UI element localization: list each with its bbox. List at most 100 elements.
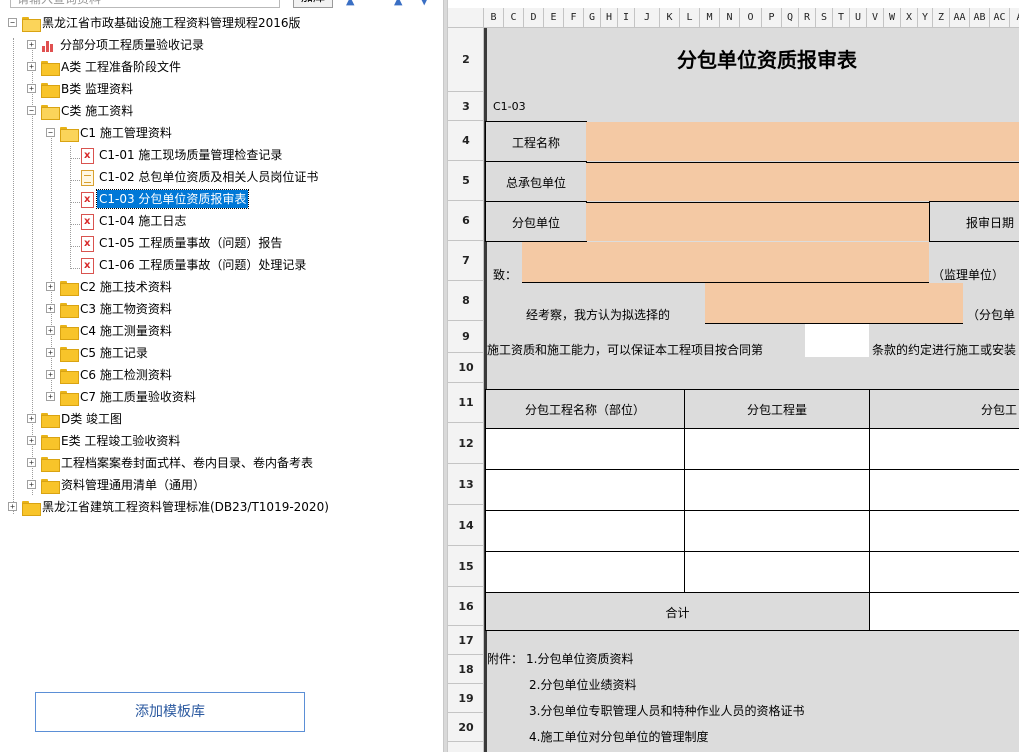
table-cell[interactable] <box>684 428 870 470</box>
column-header[interactable]: X <box>901 8 918 28</box>
collapse-toggle[interactable]: − <box>8 18 17 27</box>
column-header[interactable]: AA <box>950 8 970 28</box>
row-header[interactable]: 19 <box>448 684 484 713</box>
column-header[interactable]: H <box>601 8 618 28</box>
subcontract-unit-field[interactable] <box>705 283 963 323</box>
row-header[interactable]: 11 <box>448 383 484 423</box>
tree-node-c[interactable]: − C类 施工资料 <box>0 100 440 122</box>
tree-node-records[interactable]: + 分部分项工程质量验收记录 <box>0 34 440 56</box>
tree-node-archive[interactable]: + 工程档案案卷封面式样、卷内目录、卷内备考表 <box>0 452 440 474</box>
column-header[interactable]: Y <box>918 8 933 28</box>
row-header[interactable]: 18 <box>448 655 484 684</box>
tree-node-c1-05[interactable]: C1-05 工程质量事故（问题）报告 <box>0 232 440 254</box>
expand-toggle[interactable]: + <box>46 348 55 357</box>
tree-node-c1-02[interactable]: C1-02 总包单位资质及相关人员岗位证书 <box>0 166 440 188</box>
tree-node-c1-01[interactable]: C1-01 施工现场质量管理检查记录 <box>0 144 440 166</box>
tree-node-c4[interactable]: + C4 施工测量资料 <box>0 320 440 342</box>
project-name-field[interactable] <box>586 122 1019 161</box>
expand-toggle[interactable]: + <box>27 40 36 49</box>
clause-number-field[interactable] <box>805 324 869 357</box>
tree-node-c2[interactable]: + C2 施工技术资料 <box>0 276 440 298</box>
search-input[interactable]: 请输入查询资料 <box>10 0 280 8</box>
table-cell[interactable] <box>485 551 685 593</box>
table-cell[interactable] <box>869 469 1019 511</box>
tree-node-c1-06[interactable]: C1-06 工程质量事故（问题）处理记录 <box>0 254 440 276</box>
tree-node-c3[interactable]: + C3 施工物资资料 <box>0 298 440 320</box>
row-header[interactable]: 8 <box>448 281 484 321</box>
tree-node-c6[interactable]: + C6 施工检测资料 <box>0 364 440 386</box>
table-cell[interactable] <box>684 510 870 552</box>
column-header[interactable]: G <box>584 8 601 28</box>
row-header[interactable]: 3 <box>448 92 484 121</box>
column-header[interactable]: Z <box>933 8 950 28</box>
expand-toggle[interactable]: + <box>46 392 55 401</box>
expand-toggle[interactable]: + <box>27 480 36 489</box>
column-header[interactable]: M <box>700 8 720 28</box>
column-header[interactable]: K <box>660 8 680 28</box>
column-header[interactable]: I <box>618 8 635 28</box>
table-cell[interactable] <box>869 551 1019 593</box>
tree-node-c1[interactable]: − C1 施工管理资料 <box>0 122 440 144</box>
tree-node-general[interactable]: + 资料管理通用清单（通用） <box>0 474 440 496</box>
arrow-down-icon[interactable]: ▲ <box>394 0 402 7</box>
expand-toggle[interactable]: + <box>27 84 36 93</box>
column-header[interactable]: R <box>799 8 816 28</box>
table-cell[interactable] <box>485 428 685 470</box>
table-cell[interactable] <box>684 551 870 593</box>
add-template-library-button[interactable]: 添加模板库 <box>35 692 305 732</box>
column-header[interactable]: N <box>720 8 740 28</box>
row-header[interactable]: 5 <box>448 161 484 201</box>
tree-node-c7[interactable]: + C7 施工质量验收资料 <box>0 386 440 408</box>
row-header[interactable]: 13 <box>448 464 484 505</box>
row-header[interactable]: 12 <box>448 423 484 464</box>
spreadsheet[interactable]: BCDEFGHIJKLMNOPQRSTUVWXYZAAABACA 2345678… <box>448 0 1019 752</box>
subcontractor-field[interactable] <box>586 202 929 241</box>
tree-node-c1-04[interactable]: C1-04 施工日志 <box>0 210 440 232</box>
general-contractor-field[interactable] <box>586 162 1019 201</box>
tree-node-e[interactable]: + E类 工程竣工验收资料 <box>0 430 440 452</box>
column-header[interactable]: L <box>680 8 700 28</box>
expand-toggle[interactable]: + <box>27 458 36 467</box>
row-header[interactable]: 4 <box>448 121 484 161</box>
column-header[interactable]: J <box>635 8 660 28</box>
row-header[interactable]: 6 <box>448 201 484 241</box>
supervisor-unit-field[interactable] <box>522 242 929 282</box>
expand-toggle[interactable]: + <box>46 326 55 335</box>
table-cell[interactable] <box>485 510 685 552</box>
table-cell[interactable] <box>485 469 685 511</box>
row-header[interactable]: 15 <box>448 546 484 587</box>
column-header[interactable]: F <box>564 8 584 28</box>
expand-toggle[interactable]: + <box>27 436 36 445</box>
column-header[interactable]: D <box>524 8 544 28</box>
tree-node-d[interactable]: + D类 竣工图 <box>0 408 440 430</box>
chevron-down-icon[interactable]: ▼ <box>420 0 428 7</box>
row-header[interactable]: 2 <box>448 28 484 92</box>
arrow-up-icon[interactable]: ▲ <box>346 0 354 7</box>
tree-node-root1[interactable]: − 黑龙江省市政基础设施工程资料管理规程2016版 <box>0 12 440 34</box>
column-header[interactable]: O <box>740 8 762 28</box>
table-cell[interactable] <box>869 510 1019 552</box>
row-header[interactable]: 17 <box>448 626 484 655</box>
tree-node-c5[interactable]: + C5 施工记录 <box>0 342 440 364</box>
row-header[interactable]: 9 <box>448 321 484 353</box>
tree-node-c1-03[interactable]: C1-03 分包单位资质报审表 <box>0 188 440 210</box>
column-header[interactable]: AB <box>970 8 990 28</box>
row-header[interactable]: 16 <box>448 587 484 626</box>
table-cell[interactable] <box>869 428 1019 470</box>
expand-toggle[interactable]: + <box>46 282 55 291</box>
row-header[interactable]: 20 <box>448 713 484 742</box>
column-header[interactable]: Q <box>782 8 799 28</box>
expand-toggle[interactable]: + <box>8 502 17 511</box>
column-header[interactable]: AC <box>990 8 1010 28</box>
column-header[interactable]: U <box>850 8 867 28</box>
column-header[interactable]: V <box>867 8 884 28</box>
column-header[interactable]: P <box>762 8 782 28</box>
tree-node-b[interactable]: + B类 监理资料 <box>0 78 440 100</box>
expand-toggle[interactable]: + <box>27 62 36 71</box>
collapse-toggle[interactable]: − <box>27 106 36 115</box>
column-header[interactable]: S <box>816 8 833 28</box>
column-header[interactable]: E <box>544 8 564 28</box>
expand-toggle[interactable]: + <box>46 370 55 379</box>
column-header[interactable]: B <box>484 8 504 28</box>
column-header[interactable]: T <box>833 8 850 28</box>
